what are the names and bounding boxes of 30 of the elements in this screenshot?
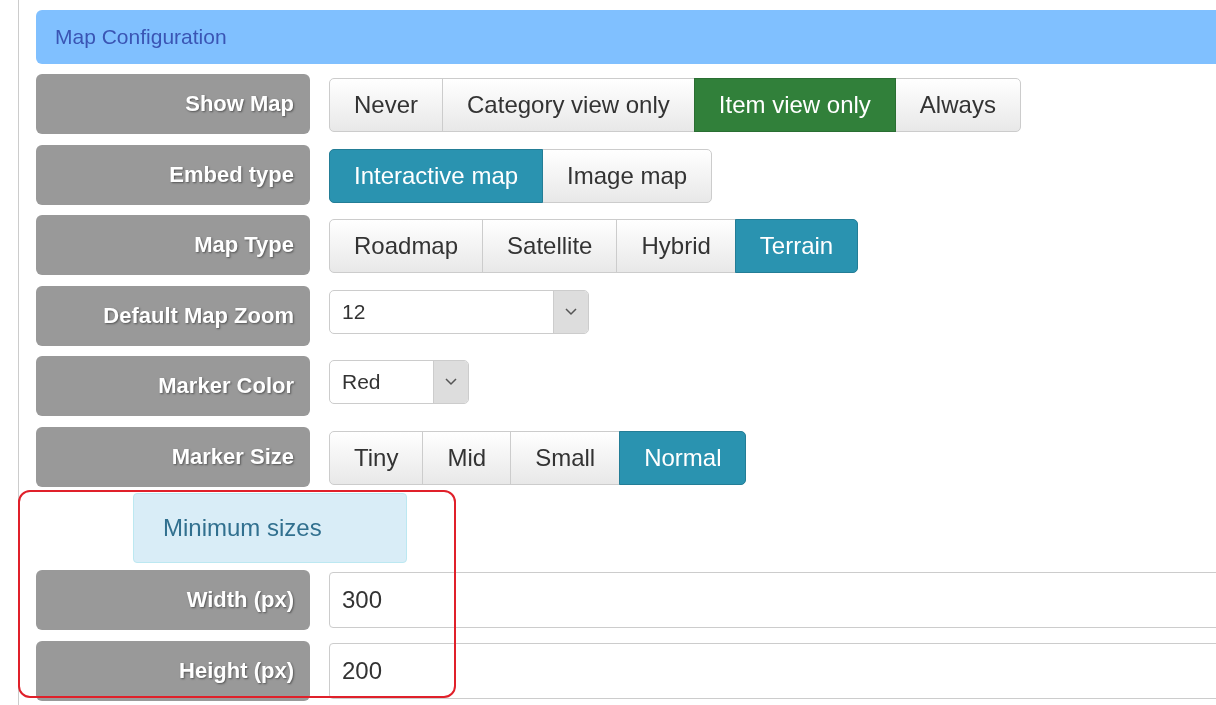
toggle-button[interactable]: Always [894,78,1021,132]
section-heading: Minimum sizes [133,493,407,563]
field-label: Marker Size [36,426,310,487]
toggle-button[interactable]: Interactive map [329,148,544,203]
input-field[interactable]: 200 [329,642,1216,699]
field-label: Show Map [36,74,310,134]
field-label: Map Type [36,215,310,275]
dropdown-select[interactable]: 12 [329,289,589,334]
toggle-button[interactable]: Never [329,78,444,132]
field-label: Embed type [36,144,310,205]
toggle-button[interactable]: Item view only [693,78,896,132]
dropdown-select[interactable]: Red [329,360,469,404]
field-label: Width (px) [36,570,310,630]
field-label: Marker Color [36,356,310,416]
toggle-button[interactable]: Image map [542,148,713,203]
toggle-button[interactable]: Small [510,430,621,485]
input-field[interactable]: 300 [329,572,1216,628]
toggle-button[interactable]: Terrain [734,219,859,273]
toggle-button[interactable]: Normal [619,430,747,485]
toggle-button[interactable]: Category view only [442,78,695,132]
field-label: Default Map Zoom [36,285,310,346]
toggle-button[interactable]: Mid [422,430,512,485]
panel-title: Map Configuration [36,10,1216,64]
toggle-button[interactable]: Hybrid [616,219,736,273]
toggle-button[interactable]: Satellite [482,219,618,273]
field-label: Height (px) [36,640,310,701]
toggle-button[interactable]: Tiny [329,430,424,485]
chevron-down-icon [445,378,457,386]
toggle-button[interactable]: Roadmap [329,219,484,273]
chevron-down-icon [565,307,577,316]
